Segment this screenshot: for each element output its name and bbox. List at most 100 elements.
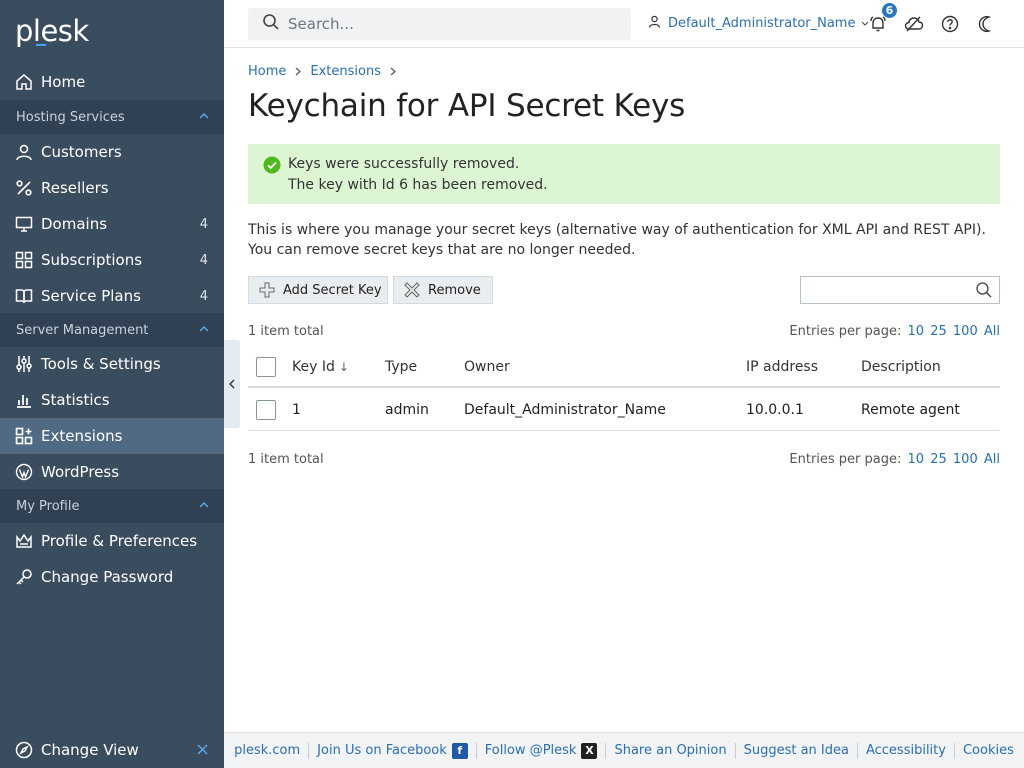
- user-menu[interactable]: Default_Administrator_Name: [648, 15, 869, 32]
- plus-icon: [259, 282, 275, 298]
- select-all-checkbox[interactable]: [256, 357, 276, 377]
- page-description: This is where you manage your secret key…: [248, 222, 986, 258]
- per-page-10[interactable]: 10: [908, 324, 925, 339]
- column-description[interactable]: Description: [861, 348, 941, 386]
- close-icon[interactable]: [197, 744, 208, 759]
- column-type[interactable]: Type: [385, 348, 417, 386]
- key-icon: [15, 568, 33, 586]
- section-my-profile[interactable]: My Profile: [0, 489, 224, 523]
- per-page-label: Entries per page:: [789, 452, 902, 467]
- footer-link-label: Join Us on Facebook: [317, 743, 447, 758]
- list-search-input[interactable]: [807, 278, 977, 302]
- footer-link-cookies[interactable]: Cookies: [955, 743, 1022, 759]
- add-secret-key-label: Add Secret Key: [283, 282, 382, 298]
- row-checkbox[interactable]: [256, 400, 276, 420]
- section-label: My Profile: [16, 498, 80, 514]
- sidebar-item-label: Change View: [41, 741, 139, 759]
- breadcrumb-extensions[interactable]: Extensions: [310, 64, 381, 79]
- sidebar-item-profile-preferences[interactable]: Profile & Preferences: [0, 523, 224, 559]
- cell-key-id: 1: [292, 402, 301, 418]
- sidebar-item-label: Service Plans: [41, 287, 141, 305]
- sidebar-item-home[interactable]: Home: [0, 64, 224, 100]
- wordpress-icon: [15, 463, 33, 481]
- sliders-icon: [15, 355, 33, 373]
- footer-link-label: Follow @Plesk: [484, 743, 577, 758]
- breadcrumb: Home Extensions: [248, 64, 405, 79]
- add-secret-key-button[interactable]: Add Secret Key: [248, 276, 388, 304]
- remove-label: Remove: [428, 282, 481, 298]
- section-label: Server Management: [16, 322, 149, 338]
- footer-link-suggest-idea[interactable]: Suggest an Idea: [736, 742, 858, 759]
- per-page-all[interactable]: All: [984, 324, 1000, 339]
- book-icon: [15, 287, 33, 305]
- entries-per-page-bottom: Entries per page: 10 25 100 All: [789, 452, 1000, 467]
- user-name: Default_Administrator_Name: [668, 16, 856, 31]
- sidebar-collapse-toggle[interactable]: [224, 340, 240, 428]
- remove-button[interactable]: Remove: [393, 276, 493, 304]
- chevron-right-icon: [390, 65, 396, 79]
- sidebar-item-subscriptions[interactable]: Subscriptions 4: [0, 242, 224, 278]
- crown-icon: [15, 532, 33, 550]
- x-twitter-icon: X: [581, 742, 598, 759]
- sidebar-item-customers[interactable]: Customers: [0, 134, 224, 170]
- help-icon[interactable]: [940, 14, 960, 34]
- footer: plesk.com Join Us on Facebook f Follow @…: [224, 732, 1024, 768]
- footer-link-facebook[interactable]: Join Us on Facebook f: [309, 742, 477, 759]
- monitor-icon: [15, 215, 33, 233]
- sidebar-item-domains[interactable]: Domains 4: [0, 206, 224, 242]
- global-search[interactable]: [248, 8, 631, 40]
- dark-mode-icon[interactable]: [976, 14, 996, 34]
- sidebar-item-statistics[interactable]: Statistics: [0, 382, 224, 418]
- search-icon[interactable]: [975, 281, 993, 303]
- cloud-off-icon[interactable]: [904, 14, 924, 34]
- per-page-25[interactable]: 25: [930, 452, 947, 467]
- per-page-25[interactable]: 25: [930, 324, 947, 339]
- column-key-id[interactable]: Key Id ↓: [292, 348, 349, 386]
- items-total: 1 item total: [248, 324, 324, 339]
- section-server-management[interactable]: Server Management: [0, 313, 224, 347]
- search-input[interactable]: [288, 15, 608, 33]
- sidebar-item-label: WordPress: [41, 463, 120, 481]
- bar-chart-icon: [15, 391, 33, 409]
- sidebar-item-tools-settings[interactable]: Tools & Settings: [0, 346, 224, 382]
- logo-accent: [36, 44, 46, 46]
- section-hosting-services[interactable]: Hosting Services: [0, 100, 224, 134]
- sidebar-item-wordpress[interactable]: WordPress: [0, 454, 224, 490]
- sidebar-item-change-password[interactable]: Change Password: [0, 559, 224, 595]
- per-page-all[interactable]: All: [984, 452, 1000, 467]
- footer-link-plesk[interactable]: plesk.com: [226, 742, 310, 759]
- cell-type: admin: [385, 402, 429, 418]
- notification-badge: 6: [881, 2, 898, 19]
- percent-icon: [15, 179, 33, 197]
- check-circle-icon: [263, 156, 281, 181]
- table-row: 1 admin Default_Administrator_Name 10.0.…: [248, 390, 1000, 431]
- chevron-left-icon: [229, 379, 235, 389]
- home-icon: [15, 73, 33, 91]
- per-page-100[interactable]: 100: [953, 324, 978, 339]
- per-page-100[interactable]: 100: [953, 452, 978, 467]
- column-label: Key Id: [292, 359, 335, 375]
- footer-link-share-opinion[interactable]: Share an Opinion: [606, 742, 736, 759]
- sidebar-item-service-plans[interactable]: Service Plans 4: [0, 278, 224, 314]
- facebook-icon: f: [451, 742, 468, 759]
- message-line-2: The key with Id 6 has been removed.: [288, 177, 548, 193]
- section-label: Hosting Services: [16, 109, 125, 125]
- top-bar: Default_Administrator_Name 6: [224, 0, 1024, 48]
- column-owner[interactable]: Owner: [464, 348, 510, 386]
- chevron-right-icon: [295, 65, 302, 79]
- footer-link-accessibility[interactable]: Accessibility: [858, 742, 955, 759]
- sidebar-item-change-view[interactable]: Change View: [0, 732, 224, 768]
- per-page-10[interactable]: 10: [908, 452, 925, 467]
- chevron-up-icon: [198, 323, 210, 339]
- plesk-logo[interactable]: plesk: [15, 14, 89, 48]
- footer-link-follow[interactable]: Follow @Plesk X: [477, 742, 607, 759]
- breadcrumb-home[interactable]: Home: [248, 64, 286, 79]
- list-search[interactable]: [800, 276, 1000, 304]
- service-plans-count: 4: [199, 288, 208, 304]
- remove-icon: [404, 282, 420, 298]
- sidebar-item-resellers[interactable]: Resellers: [0, 170, 224, 206]
- column-ip-address[interactable]: IP address: [746, 348, 818, 386]
- cell-description: Remote agent: [861, 402, 960, 418]
- sidebar-item-extensions[interactable]: Extensions: [0, 418, 224, 454]
- extensions-icon: [15, 427, 33, 445]
